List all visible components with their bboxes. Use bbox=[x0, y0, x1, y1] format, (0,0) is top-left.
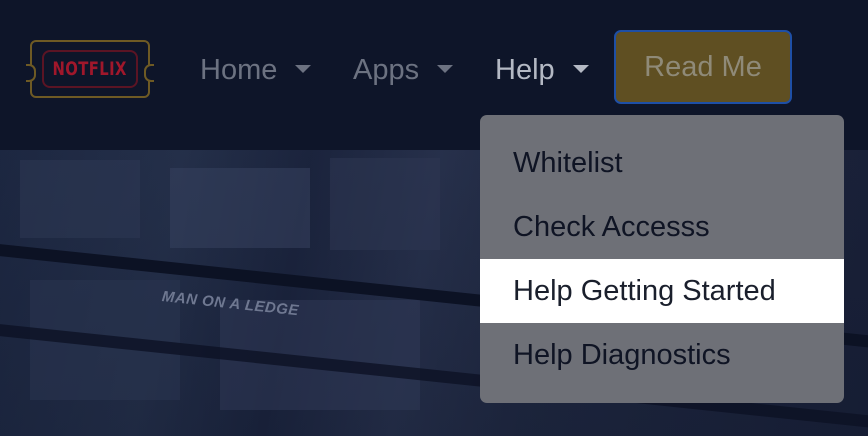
nav-apps-label: Apps bbox=[353, 53, 420, 86]
logo-badge: NOTFLIX bbox=[42, 50, 138, 88]
ticket-notch bbox=[144, 64, 154, 82]
nav-home-dropdown[interactable]: Home bbox=[200, 50, 312, 90]
caret-down-icon bbox=[572, 65, 589, 73]
menu-item-help-diagnostics[interactable]: Help Diagnostics bbox=[480, 323, 844, 387]
poster-image bbox=[20, 160, 140, 238]
caret-down-icon bbox=[437, 65, 454, 73]
logo-text: NOTFLIX bbox=[52, 58, 128, 80]
nav-help-label: Help bbox=[495, 53, 555, 86]
read-me-button[interactable]: Read Me bbox=[614, 30, 792, 104]
page: MAN ON A LEDGE NOTFLIX Home Apps Help Re… bbox=[0, 0, 868, 436]
menu-item-check-access[interactable]: Check Accesss bbox=[480, 195, 844, 259]
menu-item-label: Help Getting Started bbox=[513, 274, 776, 307]
menu-item-label: Help Diagnostics bbox=[513, 338, 731, 371]
help-dropdown-menu: Whitelist Check Accesss Help Getting Sta… bbox=[480, 115, 844, 403]
menu-item-label: Check Accesss bbox=[513, 210, 710, 243]
caret-down-icon bbox=[295, 65, 312, 73]
menu-item-label: Whitelist bbox=[513, 146, 623, 179]
menu-item-whitelist[interactable]: Whitelist bbox=[480, 131, 844, 195]
ticket-notch bbox=[26, 64, 36, 82]
brand-logo[interactable]: NOTFLIX bbox=[26, 40, 154, 98]
nav-help-dropdown[interactable]: Help bbox=[495, 50, 589, 90]
poster-image bbox=[170, 168, 310, 248]
nav-home-label: Home bbox=[200, 53, 278, 86]
nav-apps-dropdown[interactable]: Apps bbox=[353, 50, 454, 90]
poster-image bbox=[330, 158, 440, 250]
menu-item-help-getting-started[interactable]: Help Getting Started bbox=[480, 259, 844, 323]
